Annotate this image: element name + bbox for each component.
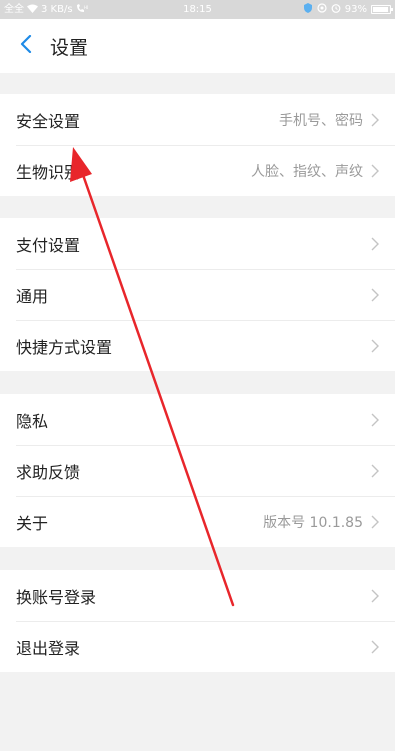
settings-group-general: 支付设置 通用 快捷方式设置 xyxy=(0,218,395,371)
status-right: 93% xyxy=(303,3,393,16)
row-switch-account[interactable]: 换账号登录 xyxy=(0,570,395,621)
chevron-right-icon xyxy=(371,164,379,178)
battery-icon xyxy=(371,5,393,14)
chevron-right-icon xyxy=(371,288,379,302)
chevron-right-icon xyxy=(371,589,379,603)
row-label: 安全设置 xyxy=(16,111,81,131)
network-speed: 3 KB/s xyxy=(41,4,73,15)
row-label: 隐私 xyxy=(16,411,49,431)
row-value: 手机号、密码 xyxy=(279,112,363,129)
row-privacy[interactable]: 隐私 xyxy=(0,394,395,445)
row-label: 求助反馈 xyxy=(16,462,81,482)
chevron-right-icon xyxy=(371,640,379,654)
battery-fill xyxy=(373,7,388,12)
chevron-right-icon xyxy=(371,113,379,127)
row-label: 支付设置 xyxy=(16,235,81,255)
settings-group-privacy-help: 隐私 求助反馈 关于 版本号 10.1.85 xyxy=(0,394,395,547)
row-label: 生物识别 xyxy=(16,162,81,182)
alarm-icon xyxy=(331,3,341,16)
row-label: 关于 xyxy=(16,513,49,533)
row-shortcut-settings[interactable]: 快捷方式设置 xyxy=(0,320,395,371)
row-payment-settings[interactable]: 支付设置 xyxy=(0,218,395,269)
chevron-left-icon xyxy=(20,34,32,57)
header: 设置 xyxy=(0,19,395,73)
row-label: 换账号登录 xyxy=(16,587,97,607)
shield-icon xyxy=(303,3,313,16)
row-logout[interactable]: 退出登录 xyxy=(0,621,395,672)
row-label: 快捷方式设置 xyxy=(16,337,113,357)
row-about[interactable]: 关于 版本号 10.1.85 xyxy=(0,496,395,547)
settings-group-account-security: 安全设置 手机号、密码 生物识别 人脸、指纹、声纹 xyxy=(0,94,395,196)
row-value: 人脸、指纹、声纹 xyxy=(251,163,363,180)
status-bar: 全全 3 KB/s HD 18:15 93% xyxy=(0,0,395,19)
chevron-right-icon xyxy=(371,515,379,529)
wifi-icon xyxy=(27,4,38,16)
settings-group-account: 换账号登录 退出登录 xyxy=(0,570,395,672)
row-general[interactable]: 通用 xyxy=(0,269,395,320)
chevron-right-icon xyxy=(371,413,379,427)
row-security-settings[interactable]: 安全设置 手机号、密码 xyxy=(0,94,395,145)
chevron-right-icon xyxy=(371,339,379,353)
chevron-right-icon xyxy=(371,237,379,251)
page-title: 设置 xyxy=(50,36,89,59)
location-icon xyxy=(317,3,327,16)
row-label: 通用 xyxy=(16,286,49,306)
chevron-right-icon xyxy=(371,464,379,478)
row-label: 退出登录 xyxy=(16,638,81,658)
svg-text:HD: HD xyxy=(84,5,88,10)
row-biometrics[interactable]: 生物识别 人脸、指纹、声纹 xyxy=(0,145,395,196)
status-left: 全全 3 KB/s HD xyxy=(4,3,90,16)
battery-percent: 93% xyxy=(344,4,367,15)
call-icon: HD xyxy=(76,3,90,16)
back-button[interactable] xyxy=(6,19,46,73)
version-value: 版本号 10.1.85 xyxy=(263,514,363,531)
signal-indicator: 全全 xyxy=(4,3,24,15)
row-help-feedback[interactable]: 求助反馈 xyxy=(0,445,395,496)
